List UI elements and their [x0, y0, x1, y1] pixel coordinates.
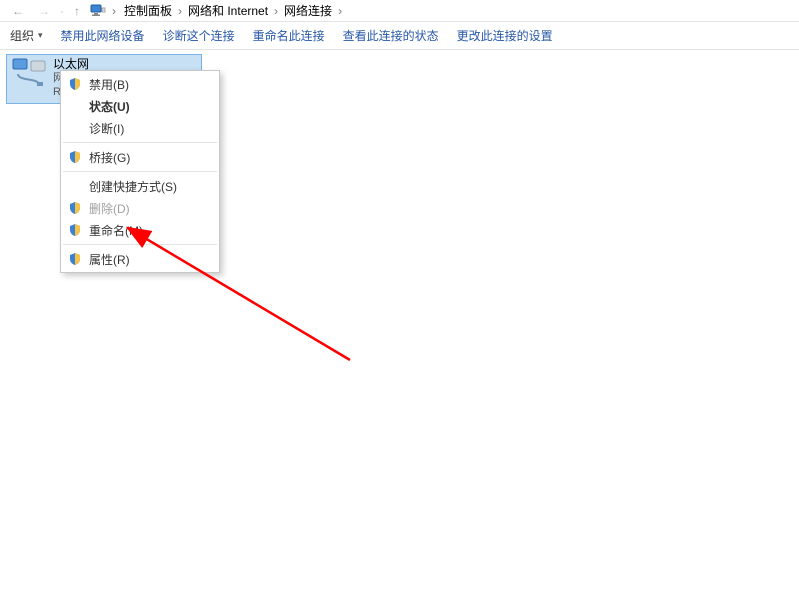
- menu-item-diagnose[interactable]: 诊断(I): [61, 117, 219, 139]
- menu-item-properties[interactable]: 属性(R): [61, 248, 219, 270]
- chevron-right-icon: ›: [112, 4, 116, 18]
- chevron-right-icon: ›: [338, 4, 342, 18]
- nav-up-icon[interactable]: ↑: [70, 4, 84, 18]
- menu-separator: [63, 142, 217, 143]
- menu-label: 诊断(I): [89, 120, 124, 137]
- toolbar: 组织 ▾ 禁用此网络设备 诊断这个连接 重命名此连接 查看此连接的状态 更改此连…: [0, 22, 799, 50]
- menu-label: 删除(D): [89, 200, 130, 217]
- menu-item-disable[interactable]: 禁用(B): [61, 73, 219, 95]
- shield-icon: [67, 76, 83, 92]
- toolbar-change-settings[interactable]: 更改此连接的设置: [457, 27, 553, 44]
- toolbar-view-status[interactable]: 查看此连接的状态: [343, 27, 439, 44]
- toolbar-disable-device[interactable]: 禁用此网络设备: [61, 27, 145, 44]
- shield-icon: [67, 200, 83, 216]
- nav-separator: ·: [60, 4, 64, 18]
- organize-label: 组织: [10, 27, 34, 44]
- menu-label: 属性(R): [89, 251, 130, 268]
- breadcrumb-crumb[interactable]: 网络和 Internet: [186, 2, 270, 19]
- menu-label: 创建快捷方式(S): [89, 178, 177, 195]
- menu-item-delete: 删除(D): [61, 197, 219, 219]
- organize-button[interactable]: 组织 ▾: [10, 27, 43, 44]
- menu-item-create-shortcut[interactable]: 创建快捷方式(S): [61, 175, 219, 197]
- shield-icon: [67, 251, 83, 267]
- pc-icon: [90, 4, 106, 18]
- menu-separator: [63, 171, 217, 172]
- network-adapter-icon: [11, 57, 47, 87]
- nav-back-icon[interactable]: ←: [8, 4, 28, 18]
- adapter-name: 以太网: [53, 57, 89, 71]
- breadcrumb-crumb[interactable]: 控制面板: [122, 2, 174, 19]
- address-bar: ← → · ↑ › 控制面板 › 网络和 Internet › 网络连接 ›: [0, 0, 799, 22]
- context-menu: 禁用(B) 状态(U) 诊断(I) 桥接(G) 创建快捷方式(S) 删除(D): [60, 70, 220, 273]
- blank-icon: [67, 98, 83, 114]
- menu-item-status[interactable]: 状态(U): [61, 95, 219, 117]
- menu-label: 桥接(G): [89, 149, 130, 166]
- shield-icon: [67, 222, 83, 238]
- chevron-right-icon: ›: [178, 4, 182, 18]
- content-area: 以太网 网络 Re... 禁用(B) 状态(U) 诊断(I) 桥接(G): [0, 50, 799, 600]
- toolbar-rename[interactable]: 重命名此连接: [253, 27, 325, 44]
- shield-icon: [67, 149, 83, 165]
- menu-label: 禁用(B): [89, 76, 129, 93]
- breadcrumb: 控制面板 › 网络和 Internet › 网络连接 ›: [122, 2, 342, 19]
- menu-label: 状态(U): [89, 98, 130, 115]
- menu-item-rename[interactable]: 重命名(M): [61, 219, 219, 241]
- blank-icon: [67, 120, 83, 136]
- toolbar-diagnose[interactable]: 诊断这个连接: [163, 27, 235, 44]
- blank-icon: [67, 178, 83, 194]
- breadcrumb-crumb[interactable]: 网络连接: [282, 2, 334, 19]
- menu-item-bridge[interactable]: 桥接(G): [61, 146, 219, 168]
- menu-separator: [63, 244, 217, 245]
- nav-forward-icon[interactable]: →: [34, 4, 54, 18]
- chevron-down-icon: ▾: [38, 30, 43, 41]
- menu-label: 重命名(M): [89, 222, 143, 239]
- chevron-right-icon: ›: [274, 4, 278, 18]
